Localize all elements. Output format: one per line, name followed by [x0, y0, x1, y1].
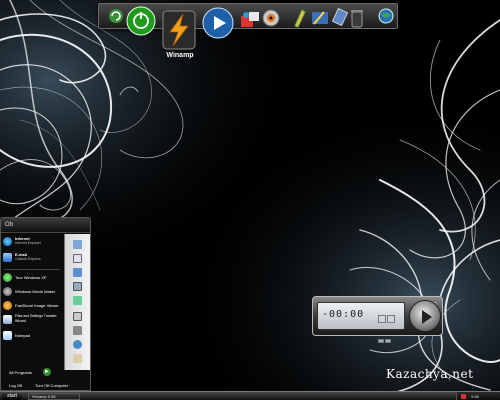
globe-icon[interactable] — [378, 7, 394, 27]
start-item-notepad[interactable]: Notepad — [1, 330, 63, 343]
start-menu: Ob Internet Internet Explorer E-mail Out… — [0, 217, 91, 391]
media-player-widget: -00:00 — [312, 296, 443, 343]
start-button[interactable]: start — [2, 393, 22, 400]
start-menu-separator — [4, 269, 60, 270]
network-icon[interactable] — [73, 296, 82, 305]
start-item-transfer-wizard-label: Files and Settings Transfer Wizard — [15, 314, 57, 323]
player-playlist-icon[interactable] — [387, 315, 395, 323]
start-menu-footer: Log Off Turn Off Computer — [1, 379, 90, 391]
player-mini-buttons — [378, 310, 396, 348]
cd-icon[interactable] — [262, 9, 280, 27]
tray-app-icon[interactable] — [461, 394, 466, 399]
tour-icon — [3, 273, 12, 282]
start-menu-user-label: Ob — [1, 218, 90, 233]
player-prev-icon[interactable] — [378, 339, 384, 343]
play-triangle-icon — [422, 310, 432, 324]
faststone-icon — [3, 301, 12, 310]
green-orb-icon[interactable] — [126, 6, 156, 36]
log-off-button[interactable]: Log Off — [9, 383, 22, 388]
start-item-movie-maker[interactable]: Windows Movie Maker — [1, 286, 63, 299]
start-item-faststone-label: FastStone Image Viewer — [15, 303, 59, 308]
usb-icon[interactable] — [331, 8, 349, 28]
documents-icon[interactable] — [73, 240, 82, 249]
start-item-tour[interactable]: Tour Windows XP — [1, 272, 63, 285]
start-menu-right-panel — [64, 234, 90, 370]
transfer-wizard-icon — [3, 315, 12, 324]
play-icon[interactable] — [202, 7, 234, 39]
start-item-internet[interactable]: Internet Internet Explorer — [1, 236, 63, 251]
trash-icon[interactable] — [350, 8, 364, 28]
printers-icon[interactable] — [73, 326, 82, 335]
start-menu-left-panel: Internet Internet Explorer E-mail Outloo… — [1, 234, 63, 370]
all-programs-label[interactable]: All Programs — [9, 370, 32, 375]
outlook-express-icon — [3, 253, 12, 262]
taskbar: start Winamp 5.56 9:56 — [0, 391, 500, 400]
start-item-email[interactable]: E-mail Outlook Express — [1, 252, 63, 267]
all-programs-arrow-icon[interactable]: ► — [43, 368, 51, 376]
dock-hover-label: Winamp — [166, 52, 194, 59]
turn-off-button[interactable]: Turn Off Computer — [35, 383, 68, 388]
movie-maker-icon — [3, 287, 12, 296]
player-next-icon[interactable] — [385, 339, 391, 343]
winamp-icon[interactable] — [162, 10, 196, 50]
system-tray: 9:56 — [456, 392, 500, 400]
paint-icon[interactable] — [240, 10, 260, 28]
music-icon[interactable] — [73, 268, 82, 277]
pencil-icon[interactable] — [292, 8, 306, 28]
start-item-transfer-wizard[interactable]: Files and Settings Transfer Wizard — [1, 314, 63, 329]
player-display: -00:00 — [317, 302, 405, 343]
watermark-text: Kazachya.net — [386, 367, 474, 381]
pictures-icon[interactable] — [73, 254, 82, 263]
start-item-movie-maker-label: Windows Movie Maker — [15, 289, 56, 294]
tray-clock: 9:56 — [471, 394, 479, 399]
control-panel-icon[interactable] — [73, 312, 82, 321]
search-icon[interactable] — [73, 354, 82, 363]
player-time: -00:00 — [322, 309, 365, 320]
start-item-email-subtitle: Outlook Express — [15, 257, 41, 261]
taskbar-item-winamp[interactable]: Winamp 5.56 — [28, 393, 80, 400]
player-eq-icon[interactable] — [378, 315, 386, 323]
start-item-internet-subtitle: Internet Explorer — [15, 241, 41, 245]
refresh-icon[interactable] — [108, 8, 124, 24]
tools-icon[interactable] — [310, 8, 330, 28]
computer-icon[interactable] — [73, 282, 82, 291]
help-icon[interactable] — [73, 340, 82, 349]
notepad-icon — [3, 331, 12, 340]
start-item-notepad-label: Notepad — [15, 333, 31, 338]
start-item-faststone[interactable]: FastStone Image Viewer — [1, 300, 63, 313]
player-play-button[interactable] — [409, 300, 441, 332]
internet-explorer-icon — [3, 237, 12, 246]
start-item-tour-label: Tour Windows XP — [15, 275, 47, 280]
